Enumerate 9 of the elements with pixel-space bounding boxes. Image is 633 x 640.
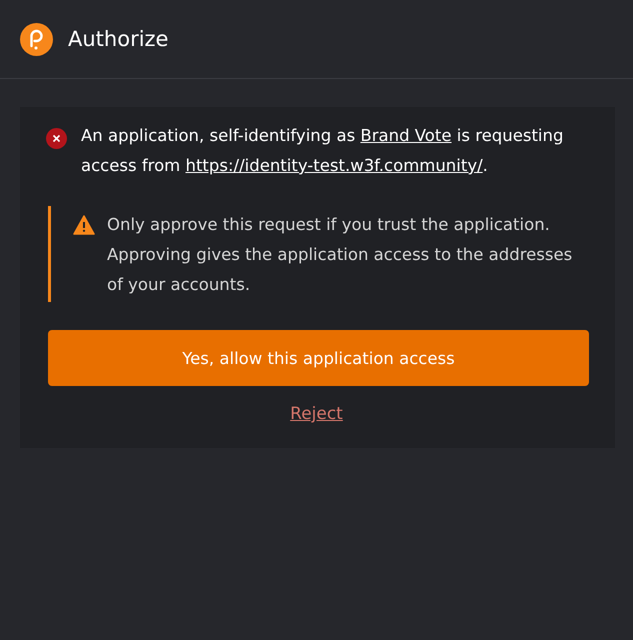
error-icon <box>46 128 67 149</box>
link[interactable]: Brand Vote <box>360 126 452 145</box>
logo-icon <box>20 22 53 56</box>
warning-text: Only approve this request if you trust the application. Approving gives the application access to the addresses of your accounts. <box>107 214 574 296</box>
window-title: Authorize <box>68 27 168 51</box>
warning-icon <box>73 215 95 235</box>
request-message: An application, self-identifying as Brand Vote is requesting access from https://identity-test.w3f.community/. <box>81 125 564 177</box>
link[interactable]: https://identity-test.w3f.community/ <box>186 156 483 175</box>
reject-link[interactable]: Reject <box>288 402 345 426</box>
